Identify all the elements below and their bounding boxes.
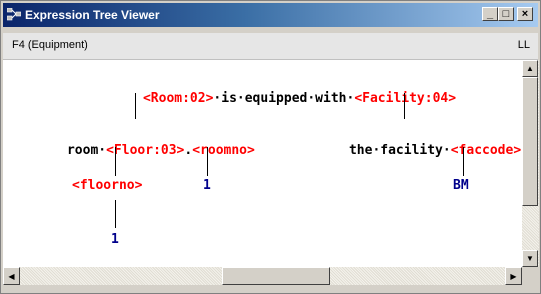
window-title: Expression Tree Viewer [25,8,160,22]
tree-node-room-expression[interactable]: room·<Floor:03>.<roomno> [20,127,255,175]
tree-edge-root-left [135,93,136,119]
tree-node-floorno[interactable]: <floorno> [72,178,142,194]
horizontal-scroll-thumb[interactable] [222,267,330,285]
node-variable-facility: <Facility:04> [354,91,457,106]
tree-node-faccode-value[interactable]: BM [453,178,469,194]
tree-edge-floor [115,147,116,176]
tree-node-floorno-value[interactable]: 1 [111,232,119,248]
arrow-down-icon: ▼ [526,254,534,263]
node-literal-is-equipped-with: ·is·equipped·with· [213,91,355,106]
tree-edge-root-right [404,93,405,119]
title-bar[interactable]: Expression Tree Viewer _ □ × [3,3,538,27]
scrollbar-corner [522,267,539,285]
info-bar: F4 (Equipment) LL [3,33,538,60]
node-literal-the-facility: the·facility· [348,143,451,158]
minimize-button[interactable]: _ [482,7,498,21]
minimize-icon: _ [486,7,494,20]
expression-label: F4 (Equipment) [12,39,88,51]
maximize-button[interactable]: □ [498,7,514,21]
scroll-left-button[interactable]: ◀ [3,267,20,285]
tree-edge-faccode [463,147,464,176]
scroll-right-button[interactable]: ▶ [505,267,522,285]
expression-tree-window: Expression Tree Viewer _ □ × F4 (Equipme… [0,0,541,294]
tree-canvas: <Room:02>·is·equipped·with·<Facility:04>… [3,60,522,267]
node-variable-floor: <Floor:03> [106,143,185,158]
scroll-up-button[interactable]: ▲ [522,60,538,77]
close-icon: × [521,7,529,20]
tree-node-facility-expression[interactable]: the·facility·<faccode> [302,127,521,175]
node-literal-room: room· [66,143,107,158]
info-flag: LL [517,39,530,51]
tree-app-icon [7,8,21,21]
tree-edge-roomno [207,147,208,176]
maximize-icon: □ [502,7,510,20]
node-variable-room: <Room:02> [142,91,214,106]
horizontal-scrollbar[interactable]: ◀ ▶ [3,267,522,285]
node-variable-roomno: <roomno> [192,143,255,158]
scroll-down-button[interactable]: ▼ [522,250,538,267]
vertical-scrollbar[interactable]: ▲ ▼ [522,60,539,267]
arrow-right-icon: ▶ [510,271,517,281]
arrow-up-icon: ▲ [526,64,534,73]
vertical-scroll-thumb[interactable] [522,77,538,206]
tree-node-root[interactable]: <Room:02>·is·equipped·with·<Facility:04> [96,75,456,123]
close-button[interactable]: × [517,7,533,21]
node-variable-faccode: <faccode> [450,143,522,158]
tree-edge-floorno-value [115,200,116,228]
arrow-left-icon: ◀ [8,271,15,281]
tree-node-roomno-value[interactable]: 1 [203,178,211,194]
